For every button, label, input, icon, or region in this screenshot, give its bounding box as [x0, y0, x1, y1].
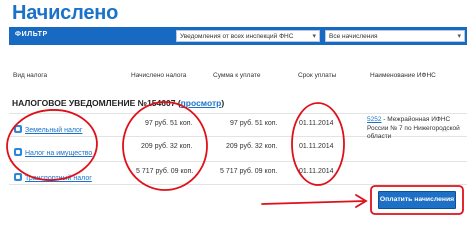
- annotation-circle-accrued: [122, 101, 208, 191]
- annotation-box-pay: [370, 185, 464, 215]
- annotation-overlay: [6, 101, 464, 215]
- annotation-circle-deadline: [291, 102, 345, 186]
- annotation-arrow: [261, 200, 366, 205]
- annotation-circle-taxes: [6, 109, 98, 181]
